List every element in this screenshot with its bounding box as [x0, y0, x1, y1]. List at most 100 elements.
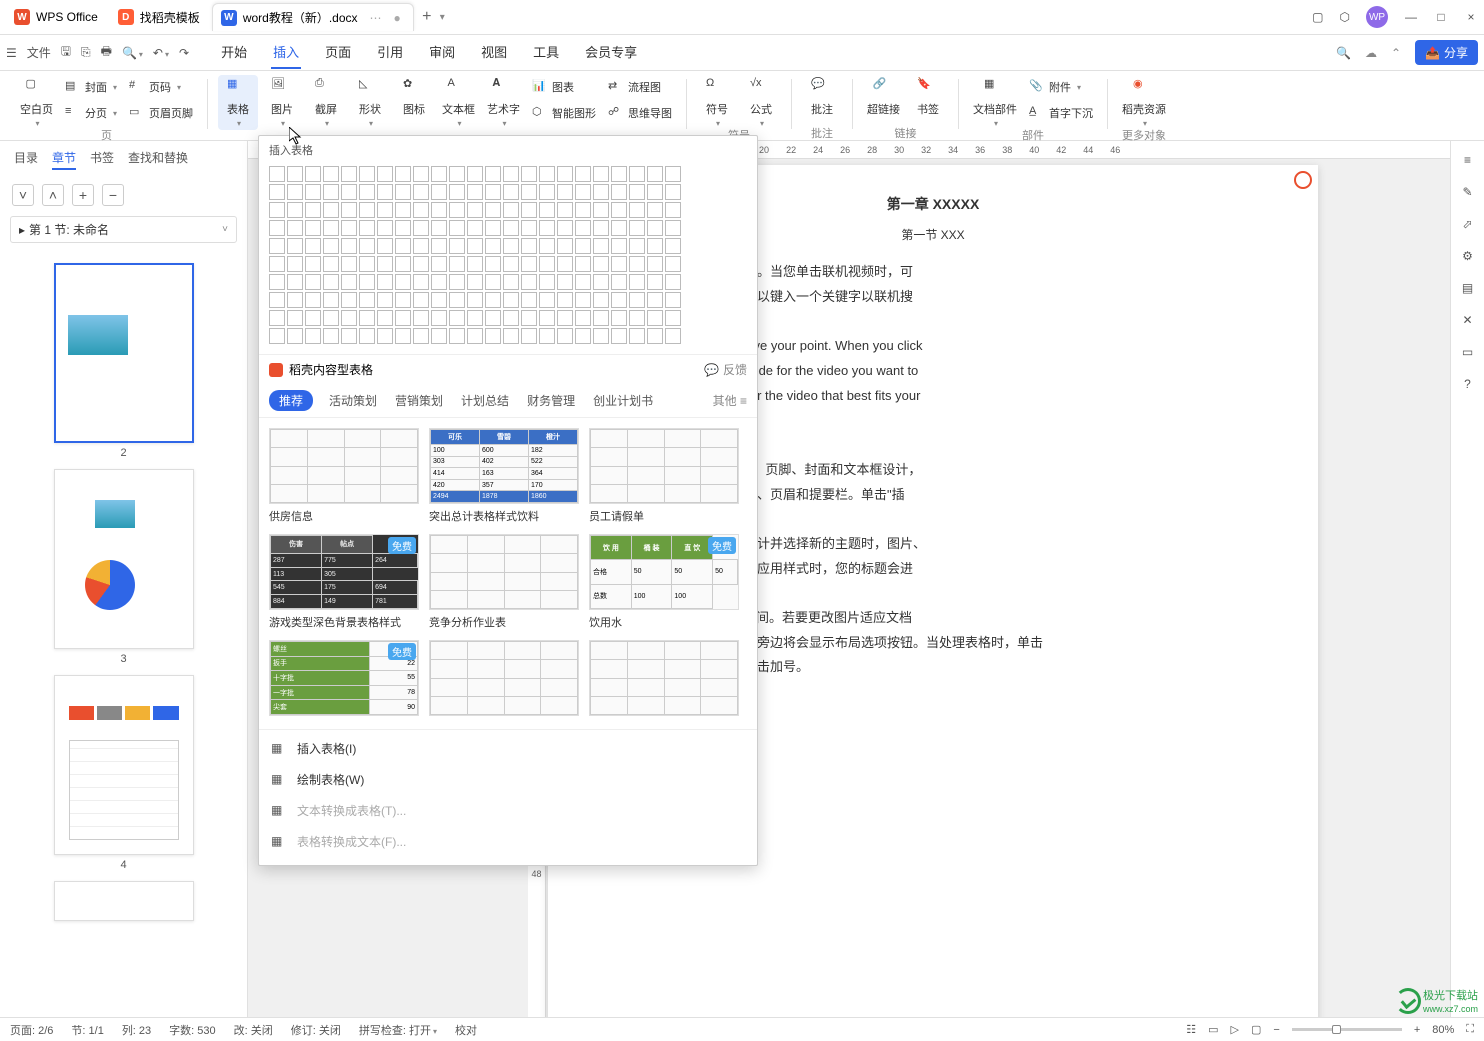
- table-template[interactable]: [429, 640, 579, 716]
- table-grid-cell[interactable]: [305, 328, 321, 344]
- table-grid-cell[interactable]: [467, 166, 483, 182]
- table-grid-cell[interactable]: [323, 274, 339, 290]
- status-spell[interactable]: 拼写检查: 打开: [359, 1022, 437, 1038]
- table-grid-cell[interactable]: [449, 220, 465, 236]
- status-proof[interactable]: 校对: [455, 1022, 477, 1038]
- table-grid-cell[interactable]: [521, 292, 537, 308]
- table-grid-cell[interactable]: [575, 220, 591, 236]
- table-grid-cell[interactable]: [557, 166, 573, 182]
- menu-tab-页面[interactable]: 页面: [323, 36, 353, 69]
- table-grid-cell[interactable]: [629, 238, 645, 254]
- table-grid-cell[interactable]: [593, 184, 609, 200]
- export-icon[interactable]: ⎘: [81, 45, 91, 60]
- table-grid-cell[interactable]: [431, 328, 447, 344]
- template-tab[interactable]: 创业计划书: [591, 388, 655, 413]
- table-grid-cell[interactable]: [467, 220, 483, 236]
- table-grid-cell[interactable]: [539, 202, 555, 218]
- window-maximize[interactable]: □: [1434, 10, 1448, 24]
- flowchart-button[interactable]: ⇄流程图: [604, 75, 676, 99]
- attachment-button[interactable]: 📎附件: [1025, 75, 1097, 99]
- nav-up-button[interactable]: ˄: [42, 184, 64, 206]
- table-grid-cell[interactable]: [665, 166, 681, 182]
- table-grid-cell[interactable]: [269, 202, 285, 218]
- table-grid-cell[interactable]: [503, 202, 519, 218]
- table-grid-cell[interactable]: [467, 184, 483, 200]
- table-grid-cell[interactable]: [287, 202, 303, 218]
- window-minimize[interactable]: —: [1404, 10, 1418, 24]
- table-grid-cell[interactable]: [287, 328, 303, 344]
- table-grid-cell[interactable]: [467, 292, 483, 308]
- table-grid-cell[interactable]: [413, 166, 429, 182]
- table-grid-cell[interactable]: [557, 292, 573, 308]
- table-grid-cell[interactable]: [431, 220, 447, 236]
- table-grid-cell[interactable]: [665, 184, 681, 200]
- table-grid-cell[interactable]: [665, 292, 681, 308]
- undo-icon[interactable]: ↶: [153, 46, 169, 60]
- table-grid-cell[interactable]: [305, 184, 321, 200]
- table-grid-cell[interactable]: [665, 274, 681, 290]
- table-grid-cell[interactable]: [413, 292, 429, 308]
- table-grid-cell[interactable]: [413, 274, 429, 290]
- table-grid-cell[interactable]: [485, 166, 501, 182]
- status-words[interactable]: 字数: 530: [169, 1022, 215, 1038]
- view-mode-4-icon[interactable]: ▢: [1251, 1023, 1261, 1036]
- template-tab[interactable]: 财务管理: [525, 388, 577, 413]
- table-grid-cell[interactable]: [323, 220, 339, 236]
- table-grid-cell[interactable]: [269, 184, 285, 200]
- table-grid-cell[interactable]: [539, 274, 555, 290]
- table-grid-cell[interactable]: [611, 328, 627, 344]
- table-grid-cell[interactable]: [269, 292, 285, 308]
- table-grid-cell[interactable]: [575, 274, 591, 290]
- nav-tab-查找和替换[interactable]: 查找和替换: [128, 149, 188, 170]
- table-grid-cell[interactable]: [467, 256, 483, 272]
- table-grid-cell[interactable]: [629, 328, 645, 344]
- select-icon[interactable]: ⬀: [1462, 217, 1472, 231]
- collapse-ribbon-icon[interactable]: ⌃: [1391, 46, 1401, 60]
- table-grid-cell[interactable]: [539, 166, 555, 182]
- table-grid-cell[interactable]: [503, 274, 519, 290]
- menu-tab-会员专享[interactable]: 会员专享: [583, 36, 639, 69]
- table-grid-cell[interactable]: [269, 166, 285, 182]
- table-grid-cell[interactable]: [647, 292, 663, 308]
- table-grid-cell[interactable]: [413, 238, 429, 254]
- page-thumbnail[interactable]: [54, 675, 194, 855]
- cloud-icon[interactable]: ☁: [1365, 46, 1377, 60]
- table-grid-cell[interactable]: [305, 166, 321, 182]
- table-grid-cell[interactable]: [521, 184, 537, 200]
- table-grid-cell[interactable]: [359, 292, 375, 308]
- table-grid-cell[interactable]: [287, 274, 303, 290]
- table-grid-cell[interactable]: [611, 166, 627, 182]
- table-grid-cell[interactable]: [431, 310, 447, 326]
- table-grid-cell[interactable]: [557, 184, 573, 200]
- table-grid-cell[interactable]: [395, 256, 411, 272]
- table-grid-cell[interactable]: [341, 256, 357, 272]
- table-draw-menu-item[interactable]: ▦绘制表格(W): [259, 764, 757, 795]
- table-grid-cell[interactable]: [431, 256, 447, 272]
- table-grid-cell[interactable]: [323, 328, 339, 344]
- table-grid-cell[interactable]: [575, 310, 591, 326]
- table-grid-cell[interactable]: [593, 328, 609, 344]
- cover-button[interactable]: ▤封面: [61, 75, 121, 99]
- table-grid-cell[interactable]: [611, 220, 627, 236]
- table-grid-cell[interactable]: [575, 328, 591, 344]
- tools-icon[interactable]: ✕: [1462, 313, 1472, 327]
- table-grid-cell[interactable]: [449, 238, 465, 254]
- table-grid-cell[interactable]: [593, 238, 609, 254]
- table-grid-cell[interactable]: [323, 310, 339, 326]
- dropcap-button[interactable]: A̲首字下沉: [1025, 101, 1097, 125]
- table-grid-cell[interactable]: [539, 256, 555, 272]
- table-grid-cell[interactable]: [377, 292, 393, 308]
- status-column[interactable]: 列: 23: [122, 1022, 151, 1038]
- table-grid-cell[interactable]: [431, 274, 447, 290]
- tab-list-dropdown[interactable]: ▾: [440, 12, 445, 23]
- table-grid-cell[interactable]: [575, 292, 591, 308]
- picture-button[interactable]: 🖼图片: [262, 75, 302, 130]
- table-grid-cell[interactable]: [521, 238, 537, 254]
- table-grid-cell[interactable]: [323, 202, 339, 218]
- table-grid-cell[interactable]: [377, 184, 393, 200]
- status-page[interactable]: 页面: 2/6: [10, 1022, 53, 1038]
- table-grid-cell[interactable]: [557, 310, 573, 326]
- table-grid-cell[interactable]: [359, 328, 375, 344]
- table-grid-cell[interactable]: [629, 292, 645, 308]
- symbol-button[interactable]: Ω符号: [697, 75, 737, 130]
